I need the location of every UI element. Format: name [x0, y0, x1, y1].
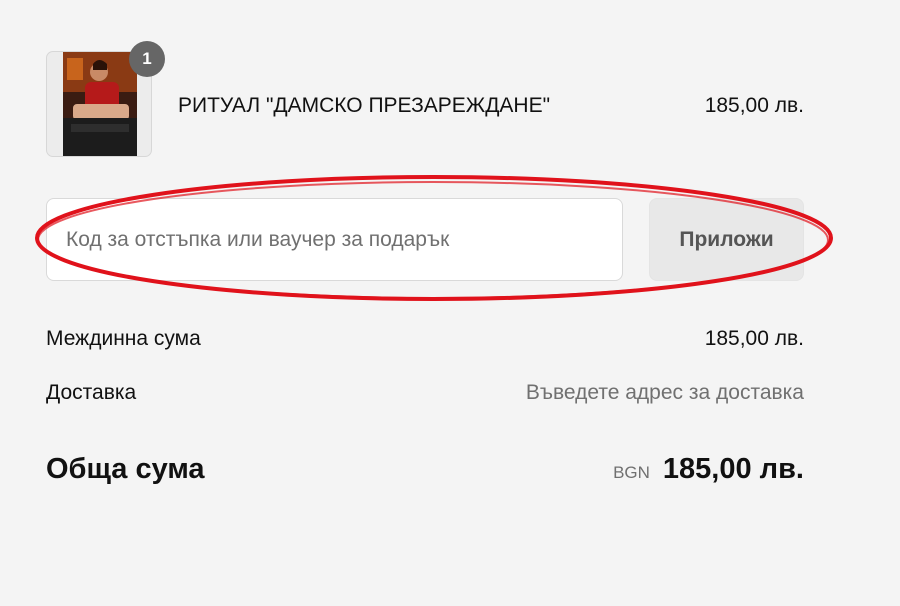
subtotal-value: 185,00 лв.: [704, 327, 804, 350]
total-amount: BGN 185,00 лв.: [613, 453, 804, 486]
product-title: РИТУАЛ "ДАМСКО ПРЕЗАРЕЖДАНЕ": [178, 94, 551, 117]
checkout-summary: 1 РИТУАЛ "ДАМСКО ПРЕЗАРЕЖДАНЕ" 185,00 лв…: [0, 0, 900, 606]
discount-code-input[interactable]: [46, 198, 623, 281]
total-currency: BGN: [613, 463, 650, 482]
shipping-label: Доставка: [46, 381, 137, 404]
product-price: 185,00 лв.: [704, 94, 804, 117]
total-label: Обща сума: [46, 453, 205, 485]
total-value: 185,00 лв.: [662, 453, 804, 485]
shipping-value: Въведете адрес за доставка: [525, 381, 804, 404]
product-photo-icon: [63, 52, 137, 156]
apply-discount-button[interactable]: Приложи: [649, 198, 804, 281]
subtotal-label: Междинна сума: [46, 327, 201, 350]
quantity-badge: 1: [129, 41, 165, 77]
